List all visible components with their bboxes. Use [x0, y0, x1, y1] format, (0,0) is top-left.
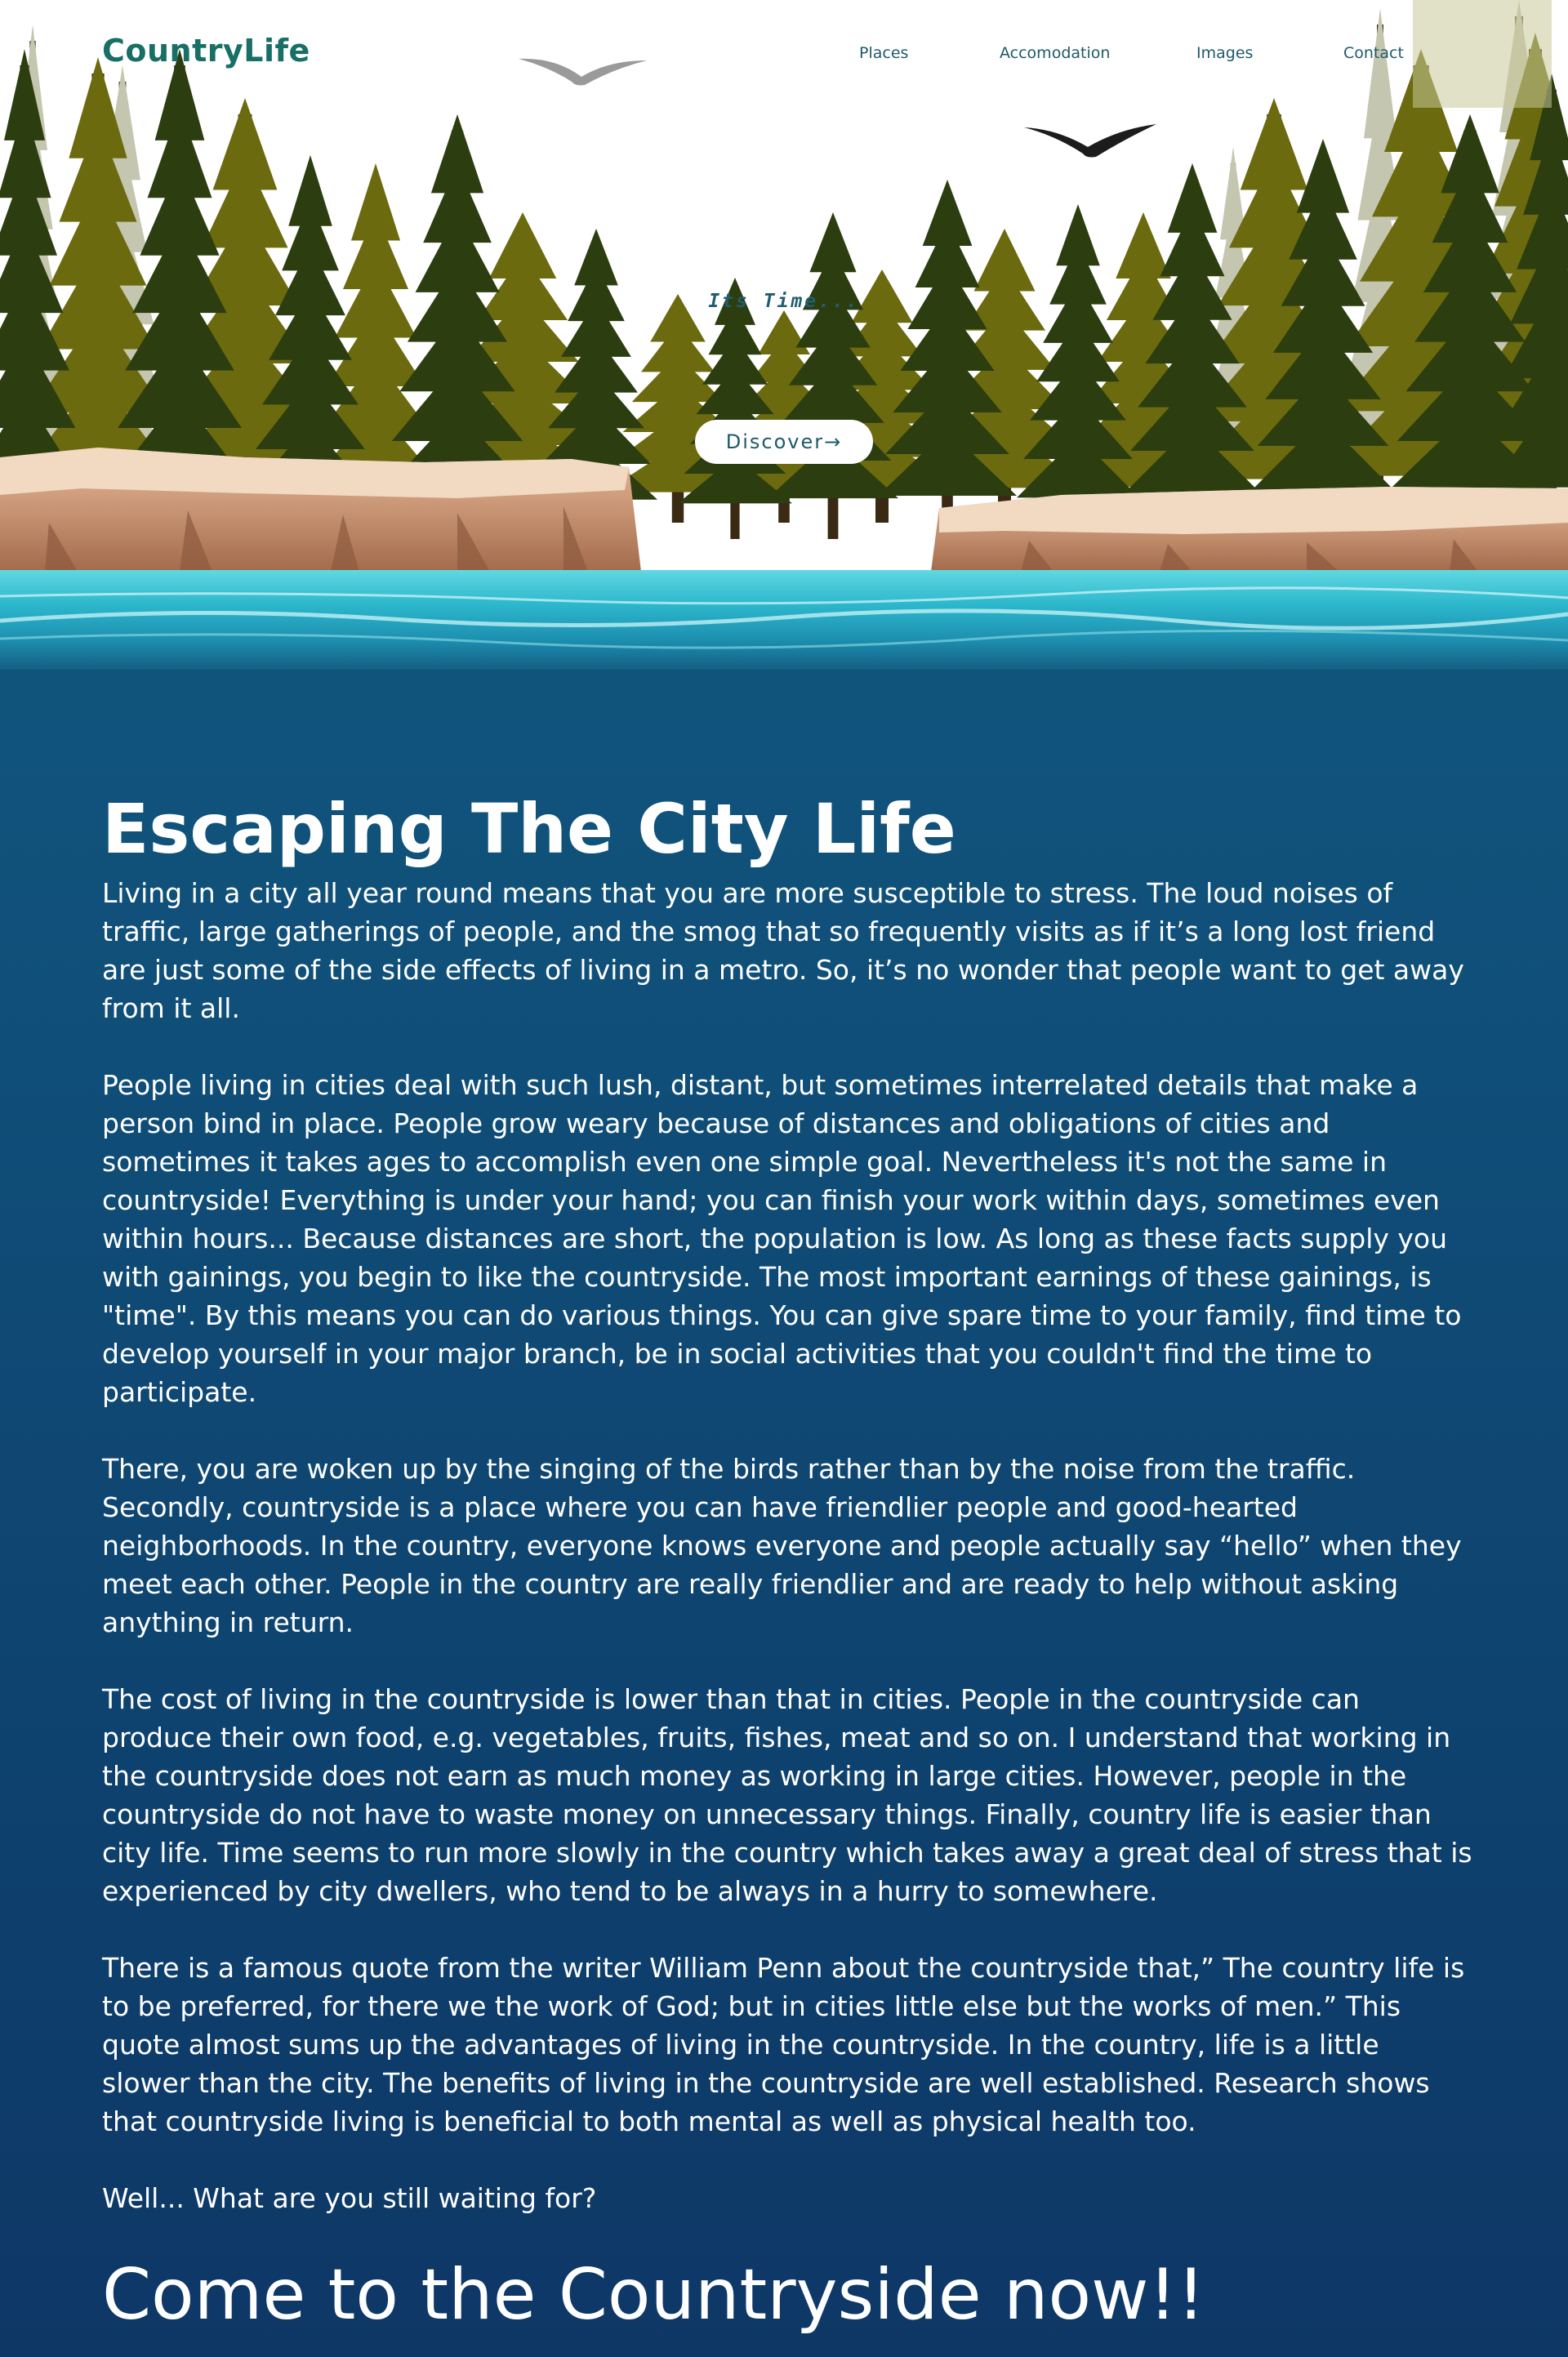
nav-link-images[interactable]: Images: [1196, 44, 1253, 62]
article-paragraph: There, you are woken up by the singing o…: [102, 1453, 1462, 1638]
nav-link-contact[interactable]: Contact: [1343, 44, 1404, 62]
site-logo[interactable]: CountryLife: [102, 33, 310, 69]
hero-tagline: Its Time...: [708, 291, 860, 312]
article-paragraph: People living in cities deal with such l…: [102, 1069, 1462, 1408]
closing-call-to-action: Come to the Countryside now!!: [102, 2254, 1205, 2336]
discover-button[interactable]: Discover→: [695, 420, 873, 464]
top-navigation: CountryLife Places Accomodation Images C…: [0, 0, 1568, 109]
article-paragraph: Living in a city all year round means th…: [102, 877, 1464, 1024]
nav-link-accomodation[interactable]: Accomodation: [1000, 44, 1110, 62]
article: Escaping The City Life Living in a city …: [102, 784, 1474, 2340]
article-paragraph: Well... What are you still waiting for?: [102, 2182, 597, 2214]
article-paragraph: The cost of living in the countryside is…: [102, 1683, 1472, 1907]
article-paragraph: There is a famous quote from the writer …: [102, 1952, 1465, 2137]
nav-link-places[interactable]: Places: [859, 44, 908, 62]
article-heading: Escaping The City Life: [102, 789, 956, 869]
